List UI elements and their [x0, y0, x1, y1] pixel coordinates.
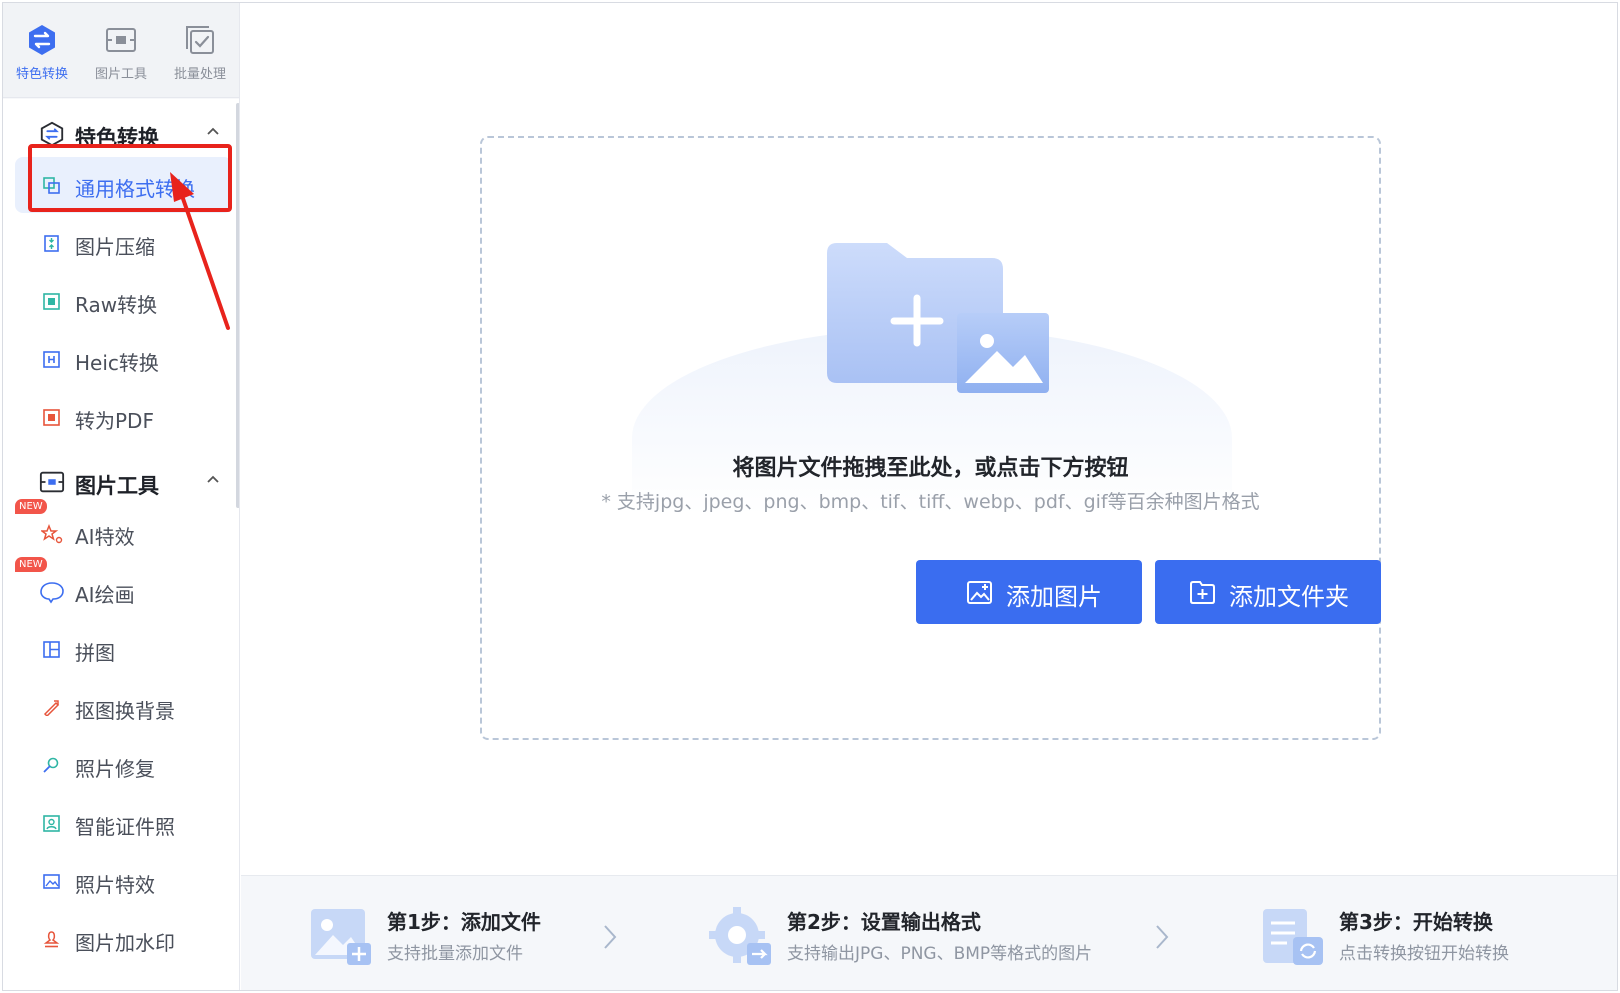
- sidebar-item-collage[interactable]: 拼图: [15, 621, 232, 677]
- topnav-special-convert[interactable]: 特色转换: [3, 19, 81, 85]
- add-folder-icon: [1190, 581, 1215, 604]
- step-2-title: 第2步：设置输出格式: [787, 910, 981, 934]
- ai-paint-icon: [40, 582, 64, 604]
- annotation-arrow-icon: [170, 172, 230, 330]
- sidebar-item-label: 照片特效: [75, 873, 155, 897]
- main-panel: 将图片文件拖拽至此处，或点击下方按钮 * 支持jpg、jpeg、png、bmp、…: [241, 3, 1618, 990]
- collage-icon: [43, 641, 60, 658]
- swap-hexagon-icon: [29, 25, 55, 55]
- topnav-label: 特色转换: [15, 67, 68, 82]
- sidebar-item-id-photo[interactable]: 智能证件照: [15, 795, 232, 851]
- topnav-label: 批量处理: [173, 67, 226, 82]
- convert-doc-icon: [1263, 909, 1323, 965]
- group-special-convert[interactable]: 特色转换: [3, 111, 239, 153]
- sidebar-item-pdf[interactable]: 转为PDF: [15, 389, 232, 445]
- pdf-icon: [43, 409, 60, 426]
- chevron-right-icon: [604, 925, 617, 949]
- sidebar-item-watermark[interactable]: 图片加水印: [15, 911, 232, 967]
- heic-icon: [43, 351, 60, 368]
- add-image-icon: [967, 581, 992, 604]
- add-file-step-icon: [311, 909, 371, 965]
- drop-zone-subtitle: * 支持jpg、jpeg、png、bmp、tif、tiff、webp、pdf、g…: [601, 491, 1260, 513]
- sidebar-item-ai-paint[interactable]: NEW AI绘画: [15, 557, 232, 619]
- sidebar-item-label: 拼图: [75, 641, 115, 665]
- sidebar-item-label: 转为PDF: [75, 409, 154, 433]
- sidebar-item-ai-effect[interactable]: NEW AI特效: [15, 499, 232, 561]
- sidebar-item-photo-effect[interactable]: 照片特效: [15, 853, 232, 909]
- add-folder-button[interactable]: 添加文件夹: [1155, 560, 1381, 624]
- sidebar-item-label: AI绘画: [75, 583, 135, 607]
- step-3-desc: 点击转换按钮开始转换: [1339, 944, 1509, 964]
- folder-add-image-icon: [827, 243, 1049, 393]
- sidebar-item-repair[interactable]: 照片修复: [15, 737, 232, 793]
- sidebar-item-label: 智能证件照: [75, 815, 175, 839]
- chevron-up-icon[interactable]: [207, 475, 219, 483]
- top-nav: 特色转换 图片工具 批量处理: [3, 3, 239, 98]
- sidebar-item-label: 图片压缩: [75, 235, 155, 259]
- step-1-title: 第1步：添加文件: [387, 910, 541, 934]
- swap-hexagon-icon: [40, 121, 64, 147]
- group-title: 特色转换: [75, 126, 159, 150]
- sidebar-item-label: Raw转换: [75, 293, 158, 317]
- sidebar-item-label: 照片修复: [75, 757, 155, 781]
- add-images-button[interactable]: 添加图片: [916, 560, 1142, 624]
- step-1-desc: 支持批量添加文件: [387, 944, 523, 964]
- new-badge: NEW: [15, 499, 47, 514]
- image-tool-icon: [39, 471, 65, 493]
- sidebar-item-label: 抠图换背景: [75, 699, 175, 723]
- sidebar-item-label: 图片加水印: [75, 931, 175, 955]
- gear-settings-icon: [709, 907, 771, 965]
- watermark-icon: [43, 931, 60, 948]
- batch-check-icon: [186, 26, 214, 54]
- add-images-label: 添加图片: [1006, 583, 1102, 611]
- sidebar: 特色转换 图片工具 批量处理 特色转换 通用格式转换 图片压缩 Raw转换 He…: [3, 3, 240, 990]
- group-image-tools[interactable]: 图片工具: [3, 459, 239, 501]
- cutout-icon: [43, 700, 60, 716]
- topnav-image-tools[interactable]: 图片工具: [82, 19, 160, 85]
- sidebar-item-label: AI特效: [75, 525, 135, 549]
- group-title: 图片工具: [75, 474, 159, 498]
- steps-bar: 第1步：添加文件 支持批量添加文件 第2步：设置输出格式 支持输出JPG、PNG…: [241, 875, 1618, 990]
- chevron-up-icon[interactable]: [207, 127, 219, 135]
- drop-zone-title: 将图片文件拖拽至此处，或点击下方按钮: [732, 456, 1129, 481]
- sidebar-item-cutout[interactable]: 抠图换背景: [15, 679, 232, 735]
- topnav-label: 图片工具: [94, 67, 147, 82]
- topnav-batch[interactable]: 批量处理: [161, 19, 239, 85]
- sidebar-item-heic[interactable]: Heic转换: [15, 331, 232, 387]
- repair-icon: [43, 757, 59, 773]
- app-window: 特色转换 图片工具 批量处理 特色转换 通用格式转换 图片压缩 Raw转换 He…: [0, 0, 1620, 993]
- format-convert-icon: [43, 177, 60, 194]
- compress-icon: [44, 235, 59, 252]
- new-badge: NEW: [15, 557, 47, 572]
- chevron-right-icon: [1156, 925, 1169, 949]
- ai-effect-icon: [41, 523, 63, 544]
- step-3-title: 第3步：开始转换: [1339, 910, 1493, 934]
- add-folder-label: 添加文件夹: [1229, 583, 1349, 611]
- drop-zone[interactable]: 将图片文件拖拽至此处，或点击下方按钮 * 支持jpg、jpeg、png、bmp、…: [480, 136, 1381, 740]
- raw-icon: [43, 293, 60, 310]
- step-2-desc: 支持输出JPG、PNG、BMP等格式的图片: [787, 944, 1093, 964]
- sidebar-item-label: Heic转换: [75, 351, 159, 375]
- id-photo-icon: [43, 815, 60, 832]
- image-tool-icon: [106, 28, 136, 52]
- photo-effect-icon: [43, 874, 60, 889]
